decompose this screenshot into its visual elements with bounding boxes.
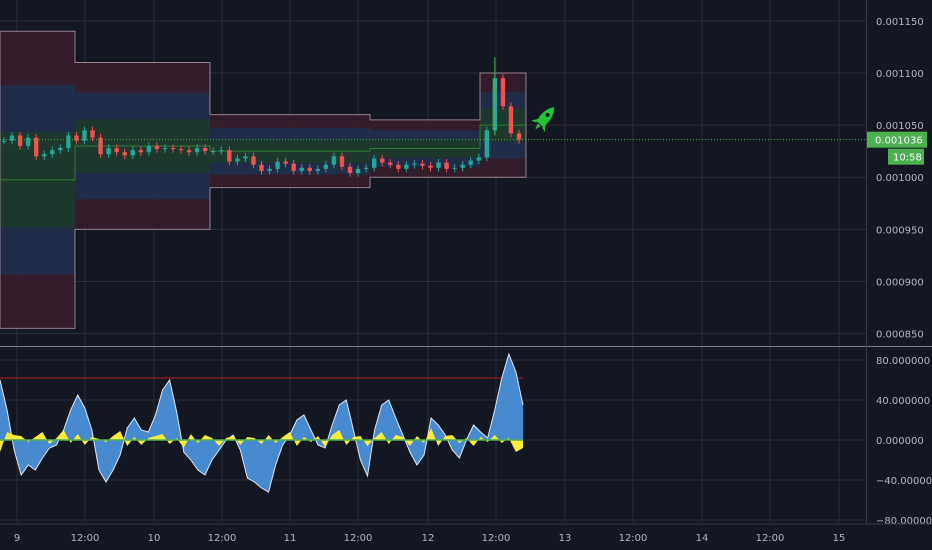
candle-body-9 [74,135,79,141]
last-price-label: 0.001036 [875,136,923,147]
x-tick-10: 14 [696,533,709,544]
x-tick-0: 9 [14,533,20,544]
candle-body-47 [380,158,385,163]
x-tick-11: 12:00 [756,533,785,544]
x-tick-5: 12:00 [344,533,373,544]
candle-body-46 [371,158,377,168]
candle-body-22 [178,149,184,151]
x-tick-9: 12:00 [619,533,648,544]
candle-body-36 [291,163,296,171]
x-tick-6: 12 [422,533,435,544]
candle-body-10 [82,130,87,141]
price-y-tick-0: 0.000850 [876,330,924,341]
candle-body-28 [227,150,232,162]
candle-body-26 [211,151,216,153]
x-tick-4: 11 [284,533,297,544]
candle-body-32 [259,164,264,171]
candle-body-39 [315,168,321,171]
candle-body-11 [90,130,95,138]
osc-y-tick-2: 0.000000 [876,436,924,447]
chart-root: 9 12:00 10 12:00 11 12:00 12 12:00 13 12:00 14 12:0… [0,0,932,550]
price-y-tick-3: 0.001000 [876,173,924,184]
candle-body-49 [396,164,401,169]
candle-body-15 [122,152,127,156]
x-tick-1: 12:00 [71,533,100,544]
candle-body-13 [106,148,111,155]
candle-body-34 [275,161,280,169]
candle-body-20 [162,148,168,150]
osc-y-tick-4: −80.000000 [876,516,932,527]
candle-body-45 [363,167,369,169]
candle-body-56 [452,167,457,169]
candle-body-5 [42,154,47,157]
candle-body-50 [404,164,409,169]
candle-body-37 [299,167,304,171]
candle-body-14 [114,148,119,153]
candle-body-51 [412,163,417,165]
candle-body-4 [33,137,39,157]
candle-body-8 [66,135,71,149]
candle-body-35 [283,161,288,164]
candle-body-16 [130,150,135,156]
candle-body-58 [468,160,473,165]
price-y-tick-4: 0.001050 [876,121,924,132]
price-y-tick-2: 0.000950 [876,225,924,236]
candle-body-59 [476,157,481,161]
candle-body-2 [17,135,23,146]
candle-body-43 [347,166,353,174]
candle-body-33 [267,168,272,171]
candle-body-42 [339,156,345,167]
candle-body-21 [170,148,176,150]
candle-body-18 [146,145,152,153]
countdown-label: 10:58 [893,153,922,164]
candle-body-41 [331,156,337,165]
candle-body-62 [500,78,506,107]
candle-body-30 [243,156,248,159]
candle-body-24 [194,148,200,153]
candle-body-19 [154,145,160,150]
candle-body-38 [307,167,312,171]
x-tick-2: 10 [148,533,161,544]
price-y-tick-6: 0.001150 [876,17,924,28]
candle-body-3 [25,137,31,146]
candle-body-57 [460,164,465,168]
x-tick-3: 12:00 [208,533,237,544]
candle-body-48 [388,162,393,165]
candle-body-6 [50,150,55,155]
x-tick-12: 15 [833,533,846,544]
candle-body-52 [420,163,425,166]
candle-body-23 [186,150,192,153]
osc-y-tick-0: 80.000000 [876,356,930,367]
candle-body-60 [484,130,490,158]
candle-body-53 [428,165,433,168]
candle-body-63 [508,106,514,134]
candle-body-54 [436,162,441,168]
candle-body-55 [444,162,449,169]
candle-body-17 [138,150,143,153]
candle-body-27 [219,150,224,152]
x-tick-8: 13 [559,533,572,544]
price-y-tick-5: 0.001100 [876,69,924,80]
candle-body-40 [323,164,329,169]
osc-y-tick-1: 40.000000 [876,396,930,407]
candle-body-64 [516,133,522,140]
candle-body-7 [58,148,63,151]
x-tick-7: 12:00 [482,533,511,544]
candle-body-31 [251,156,256,165]
chart-canvas[interactable]: 9 12:00 10 12:00 11 12:00 12 12:00 13 12:00 14 12:0… [0,0,932,550]
candle-body-25 [202,148,208,152]
price-y-tick-1: 0.000900 [876,277,924,288]
osc-y-tick-3: −40.000000 [876,476,932,487]
candle-body-29 [235,158,240,162]
candle-body-44 [355,168,361,174]
candle-body-0 [1,140,7,142]
